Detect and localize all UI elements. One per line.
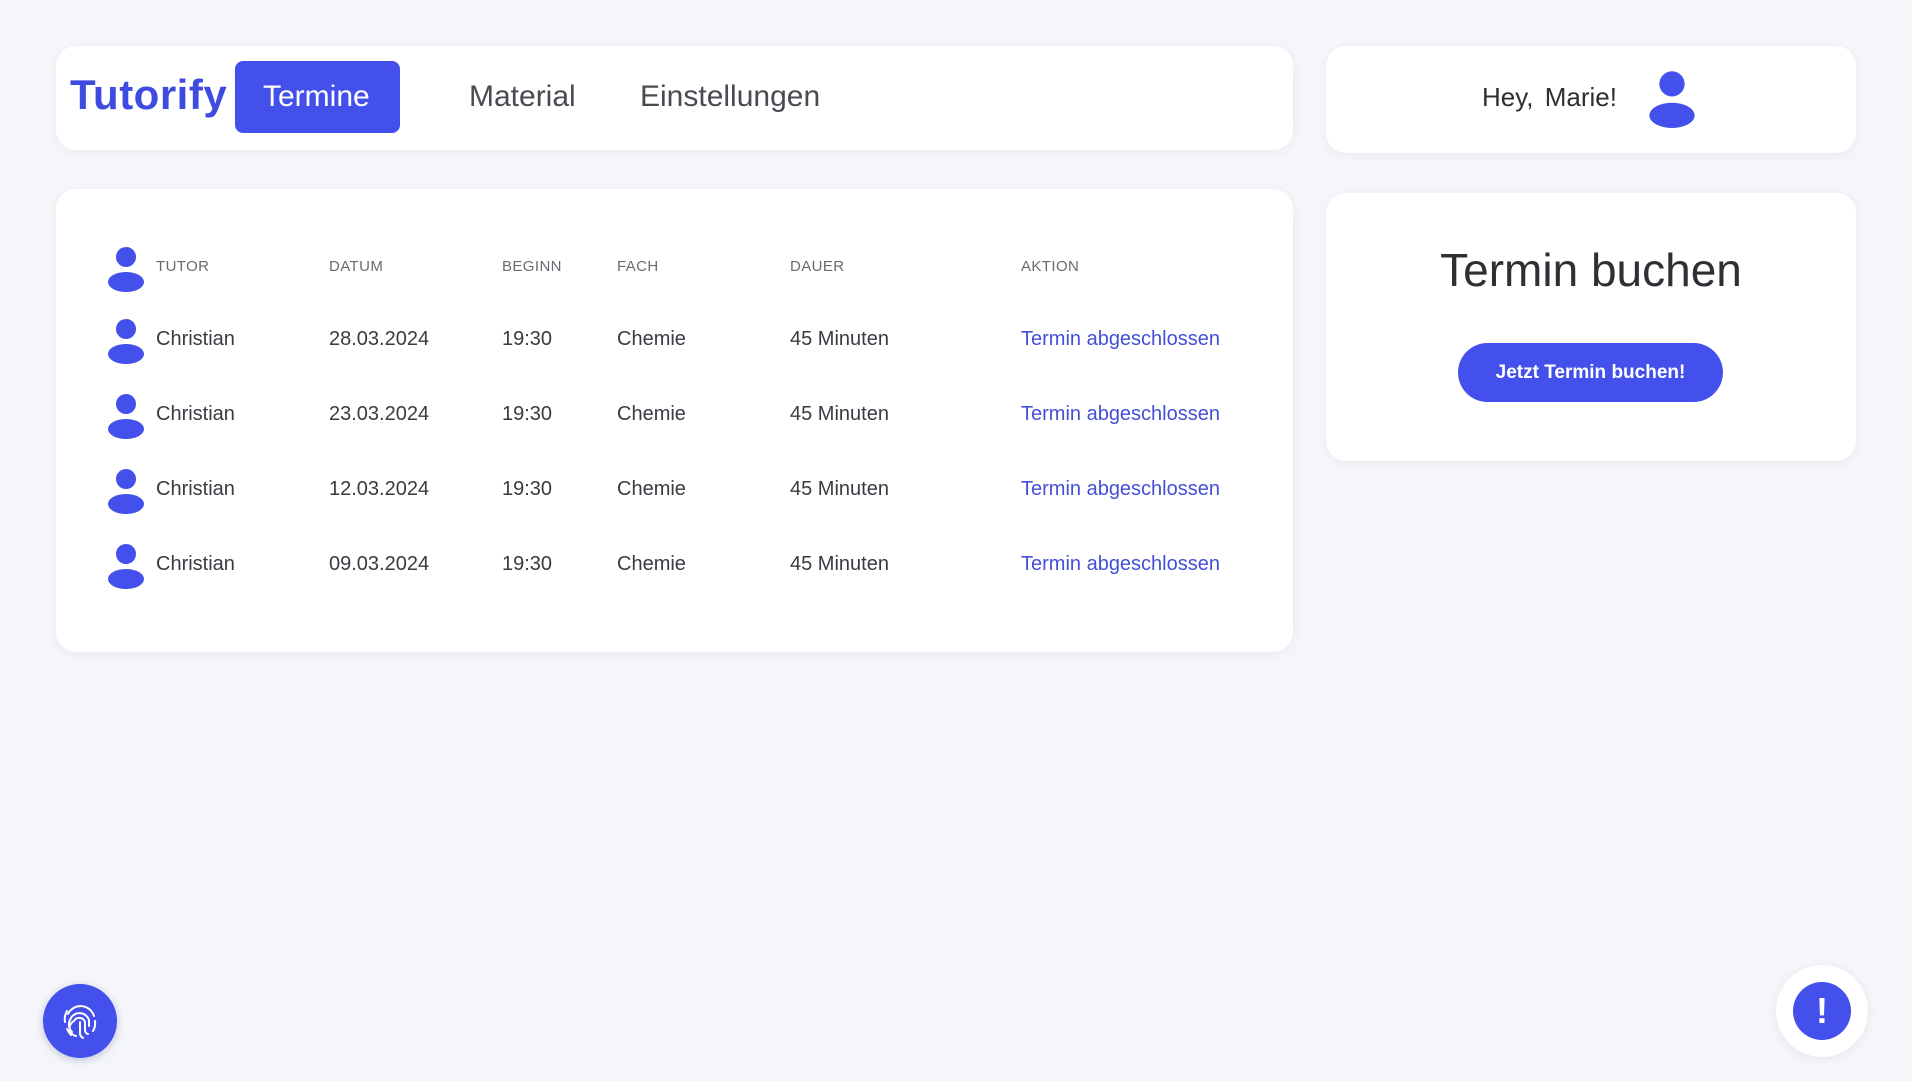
tab-termine[interactable]: Termine [235,61,400,133]
book-appointment-button[interactable]: Jetzt Termin buchen! [1458,343,1723,402]
table-header-row: TUTOR DATUM BEGINN FACH DAUER AKTION [56,237,1293,297]
row-action-link[interactable]: Termin abgeschlossen [1021,459,1220,519]
row-dauer: 45 Minuten [790,403,889,425]
row-tutor: Christian [156,553,235,575]
header-beginn: BEGINN [502,258,562,275]
row-dauer: 45 Minuten [790,328,889,350]
row-fach: Chemie [617,553,686,575]
table-row: Christian 23.03.2024 19:30 Chemie 45 Min… [56,384,1293,444]
row-dauer: 45 Minuten [790,478,889,500]
header-dauer: DAUER [790,258,845,275]
tutor-avatar-icon [108,319,144,364]
row-beginn: 19:30 [502,403,553,425]
header-aktion: AKTION [1021,258,1080,275]
user-avatar-icon[interactable] [1646,70,1698,128]
row-datum: 23.03.2024 [329,403,430,425]
tab-einstellungen[interactable]: Einstellungen [612,61,848,133]
tutor-avatar-icon [108,469,144,514]
user-greeting-card: Hey, Marie! [1326,46,1856,153]
help-button[interactable]: ! [1776,965,1868,1057]
row-beginn: 19:30 [502,553,553,575]
row-fach: Chemie [617,328,686,350]
app-logo[interactable]: Tutorify [70,70,227,120]
row-tutor: Christian [156,403,235,425]
row-tutor: Christian [156,478,235,500]
row-fach: Chemie [617,478,686,500]
header-fach: FACH [617,258,659,275]
table-row: Christian 09.03.2024 19:30 Chemie 45 Min… [56,534,1293,594]
row-tutor: Christian [156,328,235,350]
row-datum: 28.03.2024 [329,328,430,350]
fingerprint-button[interactable] [43,984,117,1058]
fingerprint-icon [63,1005,97,1039]
top-navigation-bar: Tutorify Termine Material Einstellungen [56,46,1293,150]
tutor-header-avatar-icon [108,247,144,292]
table-row: Christian 12.03.2024 19:30 Chemie 45 Min… [56,459,1293,519]
row-beginn: 19:30 [502,478,553,500]
exclamation-icon: ! [1793,982,1851,1040]
user-greeting: Hey, Marie! [1482,82,1617,112]
row-action-link[interactable]: Termin abgeschlossen [1021,384,1220,444]
tab-material[interactable]: Material [441,61,604,133]
header-tutor: TUTOR [156,258,210,275]
booking-card: Termin buchen Jetzt Termin buchen! [1326,193,1856,461]
row-fach: Chemie [617,403,686,425]
row-datum: 09.03.2024 [329,553,430,575]
row-dauer: 45 Minuten [790,553,889,575]
appointments-table: TUTOR DATUM BEGINN FACH DAUER AKTION Chr… [56,189,1293,652]
row-datum: 12.03.2024 [329,478,430,500]
table-row: Christian 28.03.2024 19:30 Chemie 45 Min… [56,309,1293,369]
row-action-link[interactable]: Termin abgeschlossen [1021,309,1220,369]
header-datum: DATUM [329,258,384,275]
tutor-avatar-icon [108,394,144,439]
row-action-link[interactable]: Termin abgeschlossen [1021,534,1220,594]
tutor-avatar-icon [108,544,144,589]
row-beginn: 19:30 [502,328,553,350]
booking-title: Termin buchen [1440,244,1742,296]
